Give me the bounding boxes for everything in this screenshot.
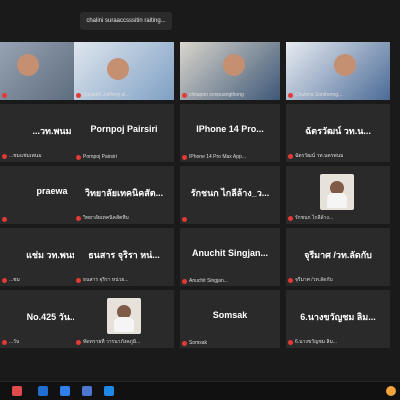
mic-muted-icon	[182, 278, 187, 284]
mic-muted-icon	[2, 339, 7, 345]
participant-label	[182, 217, 189, 222]
mic-muted-icon	[2, 93, 7, 98]
participant-label: Sauitath Jaithing ol...	[76, 92, 129, 98]
participant-tile-14[interactable]: ธนสาร จุริรา หน่... ธนสาร จุริรา หน่วย..…	[74, 228, 174, 286]
mic-muted-icon	[288, 339, 293, 345]
mic-muted-icon	[288, 92, 293, 98]
participant-photo-tile-18[interactable]: ทัดทรายที วารนาภังคภูมิ...	[74, 290, 174, 348]
participant-name: Somsak	[212, 310, 248, 320]
participant-tile-10[interactable]: วิทยาลัยเทคนิคสัต... วิทยาลัยเทคนิคสัตหี…	[74, 166, 174, 224]
meeting-notice: chalini suraaccsssitin raiting...	[80, 12, 172, 30]
participant-name: จุรีมาศ /วท.ลัดกับ	[304, 250, 372, 260]
person-shirt	[114, 317, 134, 332]
participant-photo	[107, 298, 141, 334]
participant-tile-6[interactable]: Pornpoj Pairsiri Pornpoj Pairsiri	[74, 104, 174, 162]
participant-label: ทัดทรายที วารนาภังคภูมิ...	[76, 338, 140, 346]
participant-tile-7[interactable]: IPhone 14 Pro... IPhone 14 Pro Max App..…	[180, 104, 280, 162]
participant-label: วิทยาลัยเทคนิคสัตหีบ	[76, 214, 129, 222]
participant-label: รักชนก ไกลีล้าง...	[288, 214, 333, 222]
participant-name: 6.นางขวัญชม ลิม...	[300, 312, 376, 322]
participant-video-2[interactable]: Sauitath Jaithing ol...	[74, 42, 174, 100]
participant-tile-8[interactable]: ฉัตรวัฒน์ วท.น... ฉัตรวัฒน์ วท.นครพนม	[286, 104, 390, 162]
app-icon[interactable]	[82, 386, 92, 396]
person-shirt	[327, 193, 347, 208]
participant-label: ...ชม	[2, 276, 20, 284]
zoom-icon[interactable]	[104, 386, 114, 396]
participant-tile-11[interactable]: รักชนก ไกลีล้าง_ว...	[180, 166, 280, 224]
mic-muted-icon	[288, 153, 293, 159]
participant-name: ธนสาร จุริรา หน่...	[88, 250, 160, 260]
participant-label	[2, 217, 9, 222]
participant-label: Pornpoj Pairsiri	[76, 154, 117, 160]
mic-muted-icon	[76, 92, 81, 98]
participant-name: วิทยาลัยเทคนิคสัต...	[84, 188, 164, 198]
mic-muted-icon	[182, 217, 187, 222]
excel-icon[interactable]	[38, 386, 48, 396]
mic-muted-icon	[182, 340, 187, 346]
participant-photo-tile-12[interactable]: รักชนก ไกลีล้าง...	[286, 166, 390, 224]
participant-label: Somsak	[182, 340, 207, 346]
mic-muted-icon	[182, 154, 187, 160]
participant-tile-20[interactable]: 6.นางขวัญชม ลิม... 6.นางขวัญชม ลิม...	[286, 290, 390, 348]
participant-video-4[interactable]: Chutima Sontherng...	[286, 42, 390, 100]
participant-tile-16[interactable]: จุรีมาศ /วท.ลัดกับ จุรีมาศ /วท.ลัดกับ	[286, 228, 390, 286]
word-icon[interactable]	[60, 386, 70, 396]
mic-muted-icon	[2, 217, 7, 222]
participant-name: ฉัตรวัฒน์ วท.น...	[305, 126, 371, 136]
participant-label: chitapon sonpuangthong	[182, 92, 244, 98]
participant-face	[107, 58, 129, 80]
mic-muted-icon	[76, 154, 81, 160]
participant-face	[17, 54, 39, 76]
participant-label: Anuchit Singjan...	[182, 278, 228, 284]
participant-tile-15[interactable]: Anuchit Singjan... Anuchit Singjan...	[180, 228, 280, 286]
mic-muted-icon	[288, 215, 293, 221]
participant-label	[2, 93, 9, 98]
mic-muted-icon	[288, 277, 293, 283]
participant-tile-19[interactable]: Somsak Somsak	[180, 290, 280, 348]
participant-face	[334, 54, 356, 76]
participant-label: Chutima Sontherng...	[288, 92, 342, 98]
taskbar	[0, 381, 400, 400]
meeting-topbar: chalini suraaccsssitin raiting...	[0, 0, 400, 42]
notification-icon[interactable]	[386, 386, 396, 396]
participant-face	[223, 54, 245, 76]
participant-label: ...ชมแช่มเพนม	[2, 152, 42, 160]
mic-muted-icon	[76, 215, 81, 221]
participant-label: 6.นางขวัญชม ลิม...	[288, 338, 337, 346]
mic-muted-icon	[182, 92, 187, 98]
participant-name: IPhone 14 Pro...	[196, 124, 264, 134]
participant-label: ธนสาร จุริรา หน่วย...	[76, 276, 129, 284]
participant-name: Pornpoj Pairsiri	[90, 124, 158, 134]
participant-label: IPhone 14 Pro Max App...	[182, 154, 246, 160]
mic-muted-icon	[2, 153, 7, 159]
participant-name: Anuchit Singjan...	[192, 248, 268, 258]
mic-muted-icon	[76, 339, 81, 345]
participant-grid: Sauitath Jaithing ol... chitapon sonpuan…	[0, 42, 400, 348]
participant-photo	[320, 174, 354, 210]
mic-muted-icon	[76, 277, 81, 283]
participant-label: ฉัตรวัฒน์ วท.นครพนม	[288, 152, 343, 160]
chrome-icon[interactable]	[12, 386, 22, 396]
participant-label: ...วัน	[2, 338, 19, 346]
mic-muted-icon	[2, 277, 7, 283]
participant-video-3[interactable]: chitapon sonpuangthong	[180, 42, 280, 100]
participant-label: จุรีมาศ /วท.ลัดกับ	[288, 276, 333, 284]
participant-name: รักชนก ไกลีล้าง_ว...	[190, 188, 270, 198]
